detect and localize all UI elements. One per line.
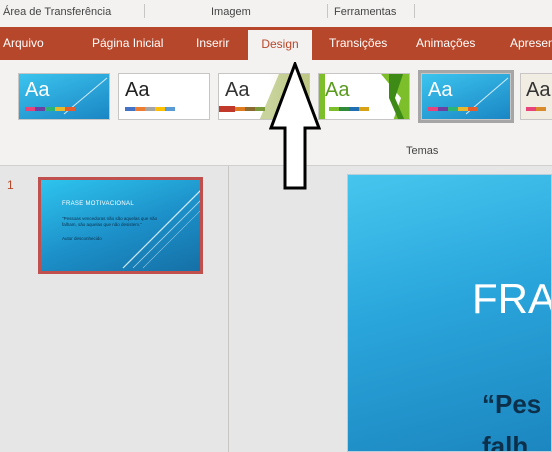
ribbon-group-labels: Área de Transferência Imagem Ferramentas [0, 0, 552, 28]
tab-apresentacao[interactable]: Apresen [510, 27, 552, 60]
theme-decoration [125, 107, 175, 111]
up-arrow-annotation [269, 62, 321, 190]
theme-decoration [25, 77, 108, 115]
group-label-clipboard: Área de Transferência [3, 6, 112, 18]
group-label-tools: Ferramentas [334, 6, 397, 18]
tab-pagina-inicial[interactable]: Página Inicial [92, 27, 163, 60]
theme-decoration [428, 77, 509, 115]
main-slide-title[interactable]: FRA [472, 275, 551, 323]
themes-group-label: Temas [406, 145, 439, 157]
tab-transicoes[interactable]: Transições [329, 27, 387, 60]
main-slide-body-line2[interactable]: falh [482, 431, 528, 451]
ribbon-tab-bar: Arquivo Página Inicial Inserir Design Tr… [0, 27, 552, 60]
group-label-image: Imagem [211, 6, 251, 18]
theme-thumbnail-2[interactable]: Aa [118, 73, 210, 120]
theme-thumbnail-1[interactable]: Aa [18, 73, 110, 120]
tab-arquivo[interactable]: Arquivo [3, 27, 44, 60]
theme-decoration [526, 107, 546, 111]
main-slide-body-line1[interactable]: “Pes [482, 389, 541, 420]
thumb-slide-decoration [122, 190, 200, 269]
tab-design[interactable]: Design [248, 30, 312, 60]
group-separator [144, 4, 145, 18]
slide-thumbnail-1[interactable]: FRASE MOTIVACIONAL "Pessoas vencedoras n… [38, 177, 203, 274]
theme-thumbnail-6[interactable]: Aa [520, 73, 552, 120]
group-separator [414, 4, 415, 18]
theme-decoration [319, 74, 409, 119]
theme-thumbnail-4[interactable]: Aa [318, 73, 410, 120]
slide-number: 1 [7, 178, 14, 192]
main-slide-canvas[interactable]: FRA “Pes falh [347, 174, 552, 452]
tab-inserir[interactable]: Inserir [196, 27, 229, 60]
group-separator [327, 4, 328, 18]
tab-animacoes[interactable]: Animações [416, 27, 475, 60]
theme-thumbnail-5-selected[interactable]: Aa [418, 70, 514, 123]
